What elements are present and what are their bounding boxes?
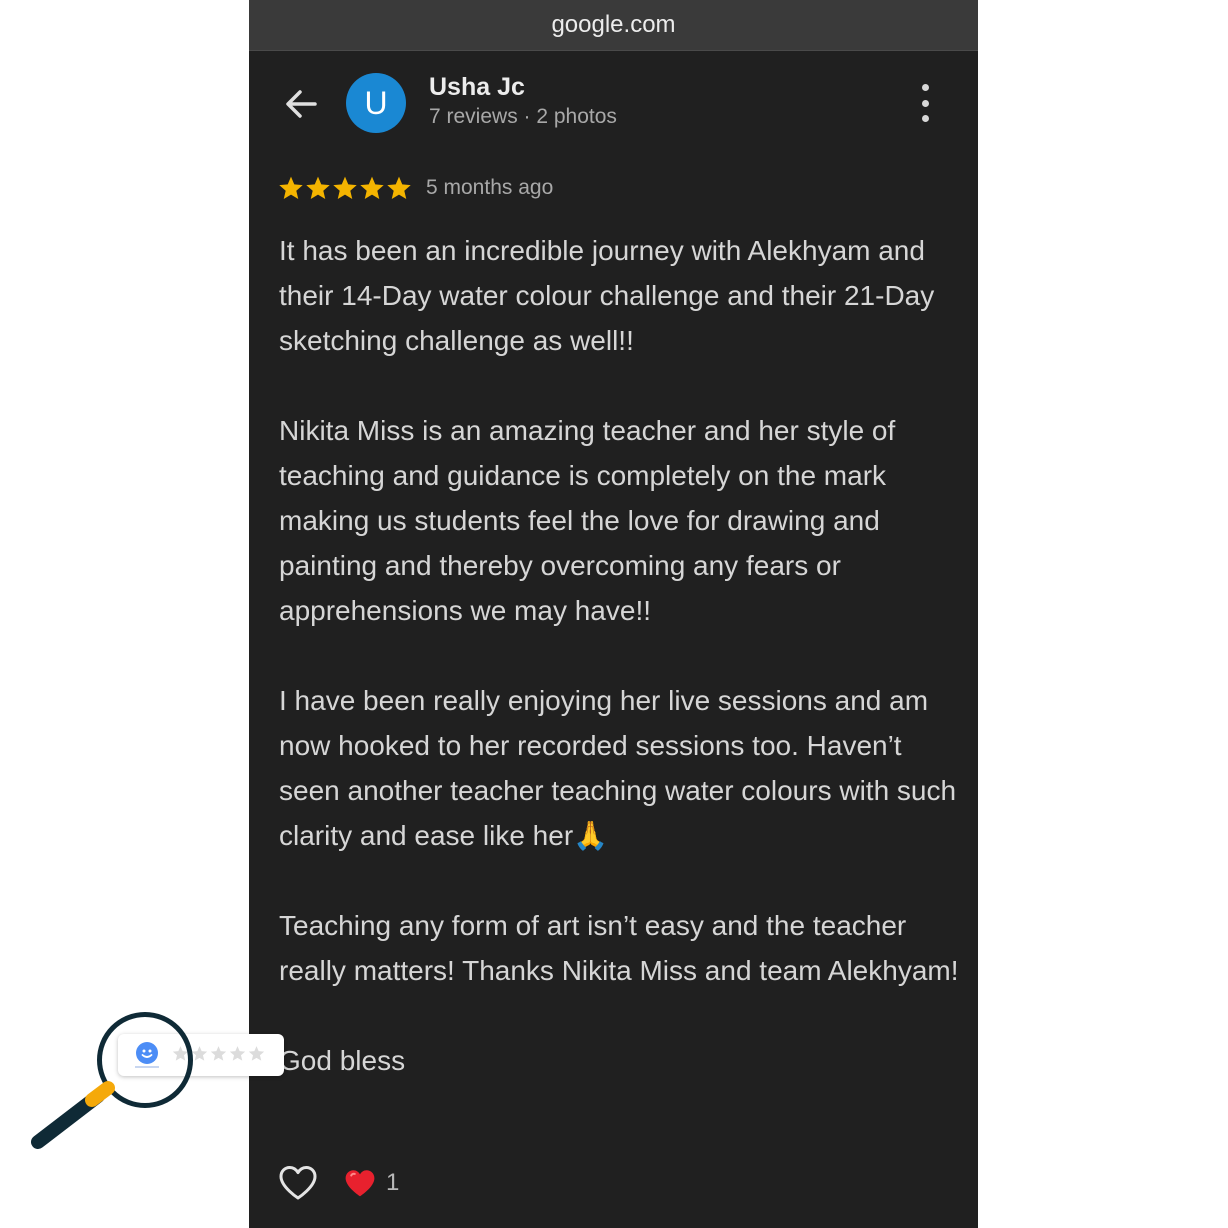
reviewer-meta: 7 reviews · 2 photos [429, 105, 617, 128]
reaction-summary[interactable]: 1 [344, 1169, 399, 1198]
review-screen: google.com U Usha Jc 7 reviews · 2 photo… [249, 0, 978, 1228]
star-icon [333, 176, 357, 199]
red-heart-icon [345, 1169, 375, 1196]
reaction-count: 1 [386, 1169, 400, 1196]
url-bar[interactable]: google.com [249, 0, 978, 51]
magnifier-handle [31, 1081, 115, 1149]
review-text: It has been an incredible journey with A… [279, 228, 959, 1128]
url-text: google.com [551, 11, 676, 38]
avatar-letter: U [364, 84, 388, 121]
review-actions: 1 [278, 1165, 399, 1201]
star-icon [210, 1046, 227, 1061]
arrow-left-icon[interactable] [281, 84, 321, 124]
rating-row: 5 months ago [278, 175, 553, 201]
review-paragraph: It has been an incredible journey with A… [279, 235, 935, 356]
star-icon [387, 176, 411, 199]
reviewer-name[interactable]: Usha Jc [429, 73, 525, 102]
review-time: 5 months ago [426, 176, 554, 199]
star-rating [278, 175, 412, 201]
more-vertical-icon[interactable] [915, 84, 935, 122]
heart-outline-icon[interactable] [278, 1165, 318, 1201]
review-paragraph: Teaching any form of art isn’t easy and … [279, 910, 959, 986]
star-icon [306, 176, 330, 199]
star-icon [248, 1046, 265, 1061]
review-paragraph: God bless [279, 1045, 406, 1076]
star-icon [279, 176, 303, 199]
star-icon [229, 1046, 246, 1061]
review-paragraph: Nikita Miss is an amazing teacher and he… [279, 415, 896, 626]
star-icon [360, 176, 384, 199]
avatar[interactable]: U [346, 73, 406, 133]
star-icon [191, 1046, 208, 1061]
review-paragraph: I have been really enjoying her live ses… [279, 685, 957, 851]
